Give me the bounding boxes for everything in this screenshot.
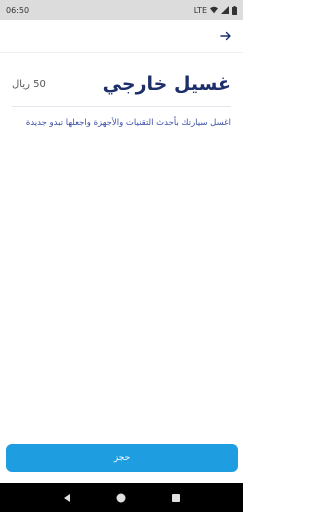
app-bar (0, 20, 243, 53)
arrow-right-icon (220, 27, 232, 46)
nav-recents-button[interactable] (169, 491, 183, 505)
nav-back-button[interactable] (60, 491, 74, 505)
service-price: 50 ريال (12, 78, 46, 90)
back-button[interactable] (218, 28, 234, 44)
battery-icon (232, 5, 237, 15)
home-circle-icon (116, 488, 126, 507)
system-nav-bar (0, 483, 243, 512)
back-triangle-icon (62, 488, 72, 507)
network-type: LTE (193, 5, 207, 15)
book-button[interactable]: حجز (6, 444, 238, 472)
nav-home-button[interactable] (114, 491, 128, 505)
service-description: اغسل سيارتك بأحدث التقنيات والأجهزة واجع… (25, 118, 231, 128)
status-bar: 06:50 LTE (0, 0, 243, 20)
service-title: غسيل خارجي (102, 73, 231, 95)
status-time: 06:50 (6, 5, 30, 15)
wifi-icon (210, 6, 218, 14)
signal-icon (221, 6, 229, 14)
service-header: غسيل خارجي 50 ريال (12, 70, 231, 98)
divider (12, 106, 231, 107)
recents-square-icon (171, 488, 181, 507)
status-icons: LTE (193, 5, 237, 15)
